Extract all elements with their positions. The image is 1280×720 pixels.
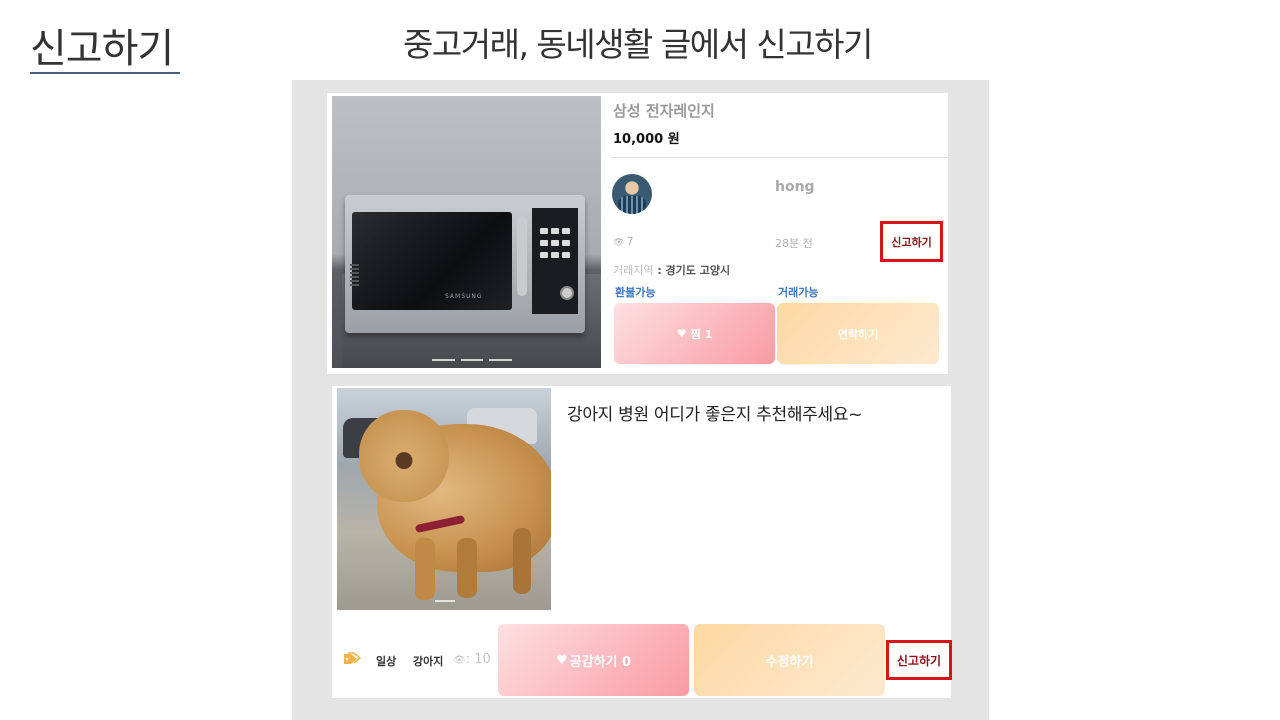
location-label: 거래지역 — [613, 264, 654, 277]
microwave-brand: SAMSUNG — [445, 293, 483, 300]
heart-icon: ♥ — [555, 652, 568, 668]
carousel-indicator[interactable] — [435, 600, 455, 602]
carousel-dot[interactable] — [489, 359, 513, 361]
trade-status: 거래가능 — [778, 286, 819, 299]
carousel-indicator[interactable] — [432, 359, 513, 362]
dog-head — [359, 410, 449, 502]
wish-button[interactable]: ♥ 찜 1 — [614, 303, 775, 364]
carousel-dot[interactable] — [432, 359, 455, 361]
seller-avatar[interactable] — [612, 174, 652, 214]
microwave-handle — [517, 216, 527, 296]
empathy-label: 공감하기 0 — [569, 654, 632, 670]
tag-dog[interactable]: 강아지 — [413, 653, 443, 669]
edit-button[interactable]: 수정하기 — [694, 624, 885, 696]
microwave-dial — [560, 286, 574, 300]
microwave-button — [540, 252, 548, 258]
microwave-button — [551, 228, 559, 234]
microwave-button — [562, 228, 570, 234]
slide-title-underline — [30, 72, 180, 74]
heart-icon: ♥ — [676, 327, 687, 340]
dog-leg — [513, 528, 531, 594]
product-title: 삼성 전자레인지 — [613, 102, 715, 120]
trade-location: 거래지역 : 경기도 고양시 — [613, 264, 731, 277]
location-value: 경기도 고양시 — [665, 264, 731, 277]
product-photo[interactable]: SAMSUNG — [332, 96, 601, 368]
dog-leg — [415, 538, 435, 600]
community-post-card: 강아지 병원 어디가 좋은지 추천해주세요~ 일상 강아지 👁: 10 ♥ 공감하… — [332, 386, 952, 698]
view-count-value: 7 — [626, 235, 634, 248]
dog-leg — [457, 538, 477, 598]
seller-name[interactable]: hong — [775, 179, 815, 195]
divider — [611, 157, 948, 158]
microwave-button — [540, 240, 548, 246]
product-price: 10,000 원 — [613, 132, 680, 147]
slide-subtitle: 중고거래, 동네생활 글에서 신고하기 — [403, 25, 873, 64]
microwave-vent — [350, 264, 359, 286]
report-button[interactable]: 신고하기 — [880, 221, 943, 262]
empathy-button[interactable]: ♥ 공감하기 0 — [498, 624, 689, 696]
view-count-value: : 10 — [465, 652, 491, 667]
view-count: 👁: 10 — [453, 652, 491, 667]
contact-button[interactable]: 연락하기 — [777, 303, 939, 364]
microwave-button — [551, 240, 559, 246]
microwave-button — [562, 252, 570, 258]
refund-status: 환불가능 — [615, 286, 656, 299]
report-button[interactable]: 신고하기 — [886, 640, 952, 680]
tag-icon — [344, 652, 361, 664]
post-text: 강아지 병원 어디가 좋은지 추천해주세요~ — [567, 405, 863, 425]
slide-title: 신고하기 — [30, 26, 174, 72]
wish-label: 찜 1 — [690, 327, 713, 341]
eye-icon: 👁 — [613, 238, 625, 248]
carousel-dot[interactable] — [460, 359, 484, 361]
microwave-button — [540, 228, 548, 234]
eye-icon: 👁 — [453, 655, 466, 666]
microwave-button — [551, 252, 559, 258]
view-count: 👁 7 — [613, 235, 633, 248]
tag-daily[interactable]: 일상 — [376, 653, 396, 669]
microwave-door — [352, 212, 512, 310]
post-time: 28분 전 — [775, 237, 813, 250]
microwave-button — [562, 240, 570, 246]
market-post-card: SAMSUNG 삼성 전자레인지 10,000 원 hong 👁 7 28분 전 … — [327, 93, 948, 374]
post-photo[interactable] — [337, 388, 551, 610]
